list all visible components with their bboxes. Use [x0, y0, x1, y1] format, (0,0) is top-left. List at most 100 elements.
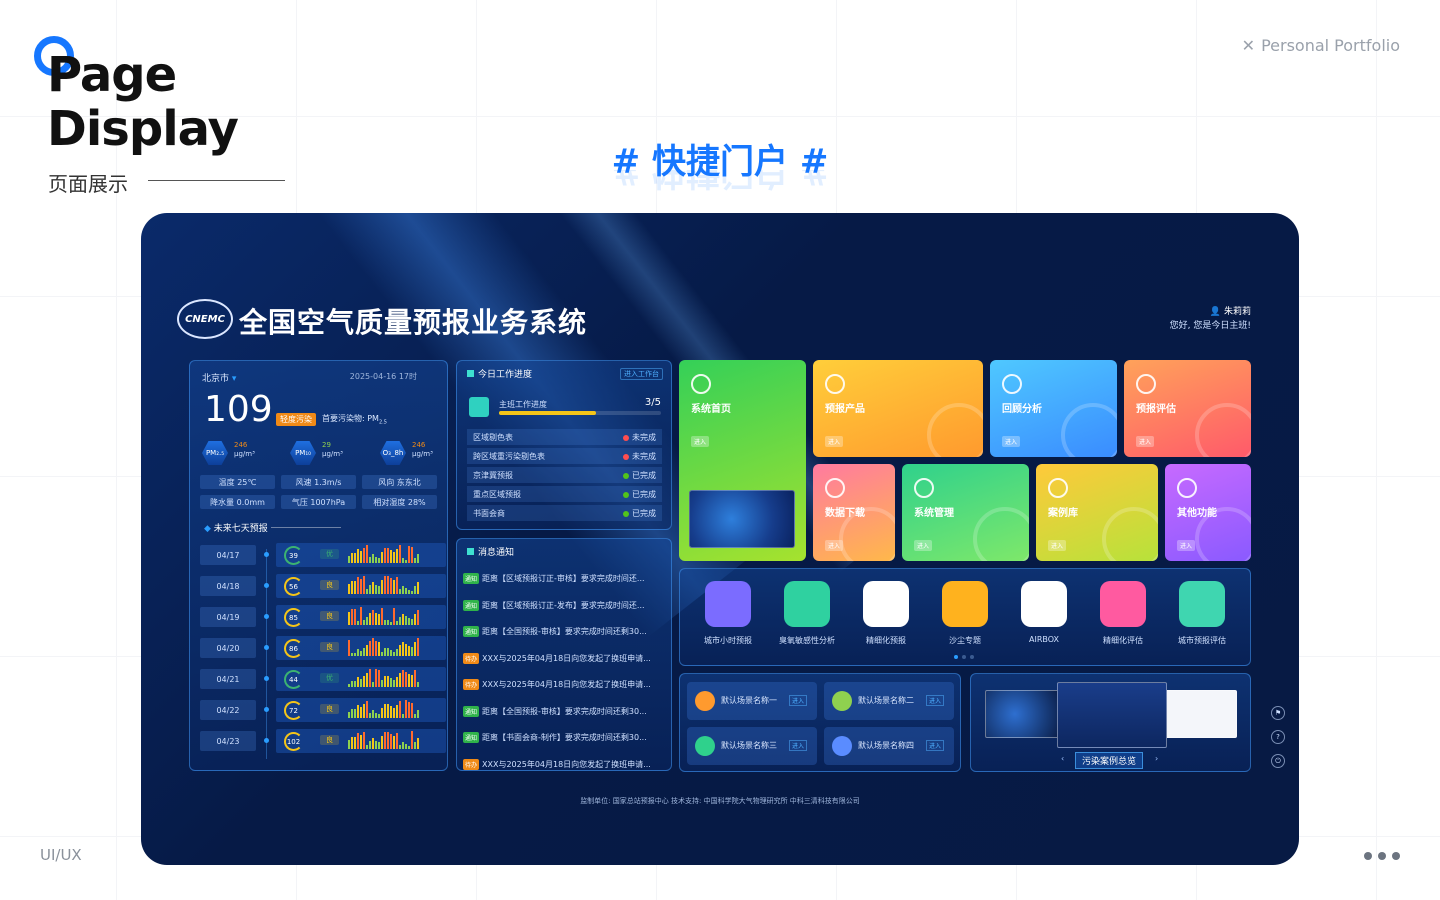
tile-enter: 进入 [914, 540, 933, 551]
settings-watermark-icon [973, 507, 1029, 561]
more-icon[interactable] [1364, 852, 1400, 860]
tile-forecast-evaluation[interactable]: 预报评估 进入 [1124, 360, 1251, 457]
pollutant-unit: μg/m³ [322, 450, 343, 458]
close-icon: ✕ [1241, 36, 1256, 55]
pollutant-number: 246 [234, 441, 248, 449]
task-row[interactable]: 区域剔色表 未完成 [467, 429, 662, 445]
scene-enter-button[interactable]: 进入 [925, 695, 944, 706]
notification-icon[interactable]: ⚑ [1271, 706, 1285, 720]
scene-enter-button[interactable]: 进入 [788, 695, 807, 706]
message-item[interactable]: 待办 XXX与2025年04月18日向您发起了换班申请... [463, 679, 668, 690]
app-shortcut[interactable]: 精细化评估 [1088, 581, 1158, 646]
case-screenshot-active[interactable] [1057, 682, 1167, 748]
pollutant-number: 246 [412, 441, 426, 449]
task-row[interactable]: 重点区域预报 已完成 [467, 486, 662, 502]
grade-badge: 良 [320, 735, 339, 745]
evaluate-icon [1136, 374, 1156, 394]
metric-wind-direction: 风向 东东北 [362, 475, 437, 489]
metric-precipitation: 降水量 0.0mm [200, 495, 275, 509]
app-shortcut[interactable]: AIRBOX [1009, 581, 1079, 644]
pollutant-badge: O₃_8h [380, 441, 406, 465]
aqi-ring: 56 [284, 577, 303, 596]
pollutant-badge: PM₂.₅ [202, 441, 228, 465]
power-icon[interactable]: ⏻ [1271, 754, 1285, 768]
app-shortcut[interactable]: 臭氧敏感性分析 [772, 581, 842, 646]
progress-bar [499, 411, 661, 415]
status-dot [623, 454, 629, 460]
chevron-left-icon[interactable]: ‹ [1061, 754, 1064, 763]
city-select[interactable]: 北京市 ▾ [202, 371, 236, 384]
scene-card[interactable]: 默认场景名称三 进入 [687, 727, 817, 765]
help-icon[interactable]: ? [1271, 730, 1285, 744]
square-icon [467, 548, 474, 555]
forecast-title-label: 未来七天预报 [213, 524, 268, 534]
app-icon [1021, 581, 1067, 627]
tile-forecast-products[interactable]: 预报产品 进入 [813, 360, 983, 457]
forecast-row[interactable]: 04/17 39 优 [200, 543, 446, 567]
tile-home[interactable]: 系统首页 进入 [679, 360, 806, 561]
square-icon [467, 370, 474, 377]
grade-badge: 优 [320, 549, 339, 559]
task-row[interactable]: 书面会商 已完成 [467, 505, 662, 521]
message-item[interactable]: 通知 距离【全国预报-审核】要求完成时间还剩30... [463, 705, 668, 717]
aqi-ring: 86 [284, 639, 303, 658]
monitor-icon [832, 736, 852, 756]
status-dot [623, 473, 629, 479]
chevron-right-icon[interactable]: › [1155, 754, 1158, 763]
user-name: 朱莉莉 [1223, 307, 1251, 317]
forecast-row[interactable]: 04/21 44 优 [200, 667, 446, 691]
tile-label: 预报评估 [1136, 404, 1176, 415]
case-screenshot[interactable] [985, 690, 1059, 738]
scene-enter-button[interactable]: 进入 [925, 740, 944, 751]
scene-card[interactable]: 默认场景名称二 进入 [824, 682, 954, 720]
case-overview-panel: ‹ 污染案例总览 › [970, 673, 1251, 772]
tile-case-library[interactable]: 案例库 进入 [1036, 464, 1158, 561]
forecast-row[interactable]: 04/18 56 良 [200, 574, 446, 598]
status-dot [623, 492, 629, 498]
user-icon: 👤 [1209, 307, 1222, 317]
tile-review-analysis[interactable]: 回顾分析 进入 [990, 360, 1117, 457]
user-info[interactable]: 👤 朱莉莉 您好, 您是今日主班! [1170, 305, 1251, 333]
gauge-icon [825, 374, 845, 394]
app-shortcut[interactable]: 城市小时预报 [693, 581, 763, 646]
enter-workbench-button[interactable]: 进入工作台 [620, 368, 663, 380]
app-shortcut[interactable]: 精细化预报 [851, 581, 921, 646]
message-item[interactable]: 通知 距离【区域预报订正-发布】要求完成时间还... [463, 599, 668, 611]
tile-data-download[interactable]: 数据下载 进入 [813, 464, 895, 561]
tile-enter: 进入 [1136, 436, 1155, 447]
forecast-row[interactable]: 04/22 72 良 [200, 698, 446, 722]
task-row[interactable]: 京津冀预报 已完成 [467, 467, 662, 483]
message-item[interactable]: 待办 XXX与2025年04月18日向您发起了换班申请... [463, 758, 668, 770]
hourly-bars [348, 576, 438, 594]
message-tag: 待办 [463, 758, 480, 770]
panel-title: 消息通知 [478, 548, 515, 558]
forecast-date: 04/23 [200, 731, 256, 751]
message-text: 距离【区域预报订正-审核】要求完成时间还... [482, 574, 645, 583]
task-row[interactable]: 跨区域重污染剔色表 未完成 [467, 448, 662, 464]
message-item[interactable]: 待办 XXX与2025年04月18日向您发起了换班申请... [463, 652, 668, 664]
tile-system-management[interactable]: 系统管理 进入 [902, 464, 1029, 561]
forecast-row[interactable]: 04/23 102 良 [200, 729, 446, 753]
forecast-row[interactable]: 04/19 85 良 [200, 605, 446, 629]
primary-pollutant-label: 首要污染物: PM [322, 414, 379, 423]
app-shortcut[interactable]: 城市预报评估 [1167, 581, 1237, 646]
tile-other-functions[interactable]: 其他功能 进入 [1165, 464, 1251, 561]
hourly-bars [348, 607, 438, 625]
pagination-dots[interactable] [954, 655, 974, 659]
message-text: 距离【全国预报-审核】要求完成时间还剩30... [482, 706, 647, 716]
case-screenshot[interactable] [1163, 690, 1237, 738]
scene-card[interactable]: 默认场景名称四 进入 [824, 727, 954, 765]
portfolio-link[interactable]: ✕ Personal Portfolio [1242, 36, 1400, 55]
metric-pressure: 气压 1007hPa [281, 495, 356, 509]
message-item[interactable]: 通知 距离【区域预报订正-审核】要求完成时间还... [463, 573, 668, 584]
message-item[interactable]: 通知 距离【书面会商-制作】要求完成时间还剩30... [463, 732, 668, 743]
scene-enter-button[interactable]: 进入 [788, 740, 807, 751]
forecast-date: 04/18 [200, 576, 256, 596]
forecast-row[interactable]: 04/20 86 良 [200, 636, 446, 660]
scene-card[interactable]: 默认场景名称一 进入 [687, 682, 817, 720]
app-icon [1179, 581, 1225, 627]
app-label: 精细化评估 [1103, 636, 1143, 645]
pollutant-value: 29 μg/m³ [322, 441, 343, 459]
app-shortcut[interactable]: 沙尘专题 [930, 581, 1000, 646]
message-item[interactable]: 通知 距离【全国预报-审核】要求完成时间还剩30... [463, 626, 668, 637]
